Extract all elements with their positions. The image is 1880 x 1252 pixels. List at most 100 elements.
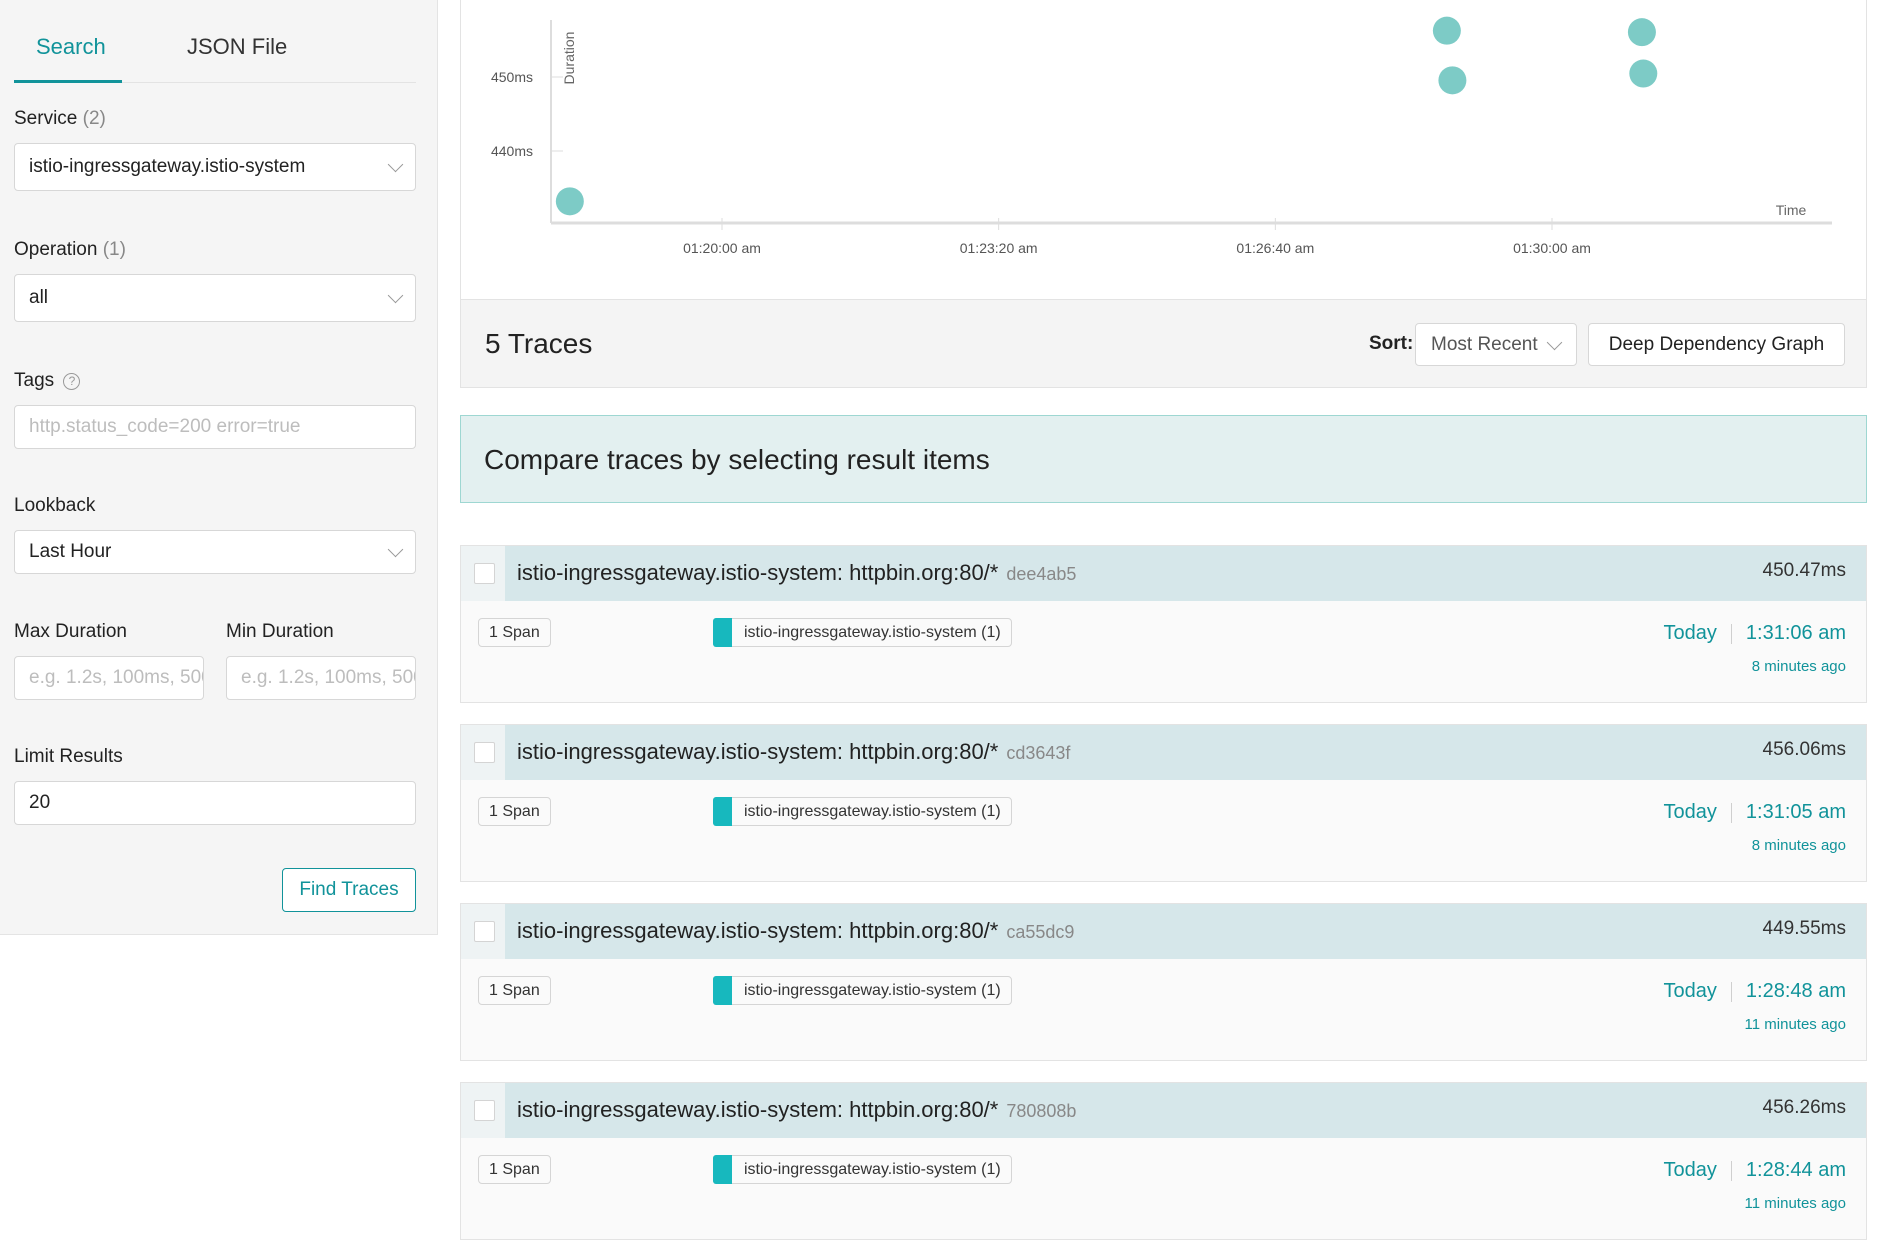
scatter-point[interactable] — [555, 187, 584, 216]
trace-checkbox[interactable] — [474, 563, 495, 584]
lookback-select[interactable]: Last Hour — [14, 530, 416, 574]
date-separator — [1730, 981, 1732, 1002]
tab-json-file[interactable]: JSON File — [187, 34, 287, 60]
find-traces-button[interactable]: Find Traces — [282, 868, 416, 912]
sort-select[interactable]: Most Recent — [1415, 323, 1577, 366]
scatter-point[interactable] — [1627, 18, 1656, 47]
trace-title[interactable]: istio-ingressgateway.istio-system: httpb… — [517, 918, 1074, 944]
scatter-point[interactable] — [1629, 59, 1658, 88]
trace-checkbox[interactable] — [474, 742, 495, 763]
service-tag: istio-ingressgateway.istio-system (1) — [713, 618, 1012, 647]
service-count: (2) — [82, 108, 106, 129]
trace-id: 780808b — [1006, 1101, 1077, 1121]
operation-label-text: Operation — [14, 239, 98, 260]
service-color-swatch — [713, 976, 732, 1005]
chevron-down-icon — [1546, 334, 1563, 350]
x-tick-label: 01:26:40 am — [1236, 240, 1314, 256]
trace-day: Today — [1663, 1159, 1717, 1181]
tags-input-placeholder: http.status_code=200 error=true — [29, 416, 301, 437]
sort-label: Sort: — [1369, 333, 1414, 354]
trace-title-text: istio-ingressgateway.istio-system: httpb… — [517, 739, 999, 764]
service-tag-label: istio-ingressgateway.istio-system (1) — [744, 1160, 1001, 1178]
tags-input[interactable]: http.status_code=200 error=true — [14, 405, 416, 449]
trace-title[interactable]: istio-ingressgateway.istio-system: httpb… — [517, 739, 1070, 765]
service-select-value: istio-ingressgateway.istio-system — [29, 156, 306, 177]
trace-item[interactable]: istio-ingressgateway.istio-system: httpb… — [460, 545, 1867, 703]
trace-item[interactable]: istio-ingressgateway.istio-system: httpb… — [460, 1082, 1867, 1240]
chevron-down-icon — [387, 156, 404, 173]
max-duration-input[interactable]: e.g. 1.2s, 100ms, 500us — [14, 656, 204, 700]
trace-time: 1:28:48 am — [1745, 980, 1846, 1002]
trace-start-time: Today 1:28:44 am — [1664, 1159, 1846, 1182]
limit-results-input[interactable]: 20 — [14, 781, 416, 825]
y-tick-label: 440ms — [491, 143, 533, 159]
y-axis-label: Duration — [561, 32, 577, 85]
trace-duration: 456.26ms — [1762, 1097, 1846, 1118]
date-separator — [1730, 623, 1732, 644]
limit-results-value: 20 — [29, 792, 51, 813]
trace-day: Today — [1663, 801, 1717, 823]
lookback-select-value: Last Hour — [29, 541, 112, 562]
data-points — [555, 16, 1658, 216]
trace-id: dee4ab5 — [1006, 564, 1077, 584]
operation-select[interactable]: all — [14, 274, 416, 322]
trace-start-time: Today 1:31:06 am — [1664, 622, 1846, 645]
deep-dependency-graph-button[interactable]: Deep Dependency Graph — [1588, 323, 1845, 366]
trace-title[interactable]: istio-ingressgateway.istio-system: httpb… — [517, 1097, 1076, 1123]
trace-time: 1:28:44 am — [1745, 1159, 1846, 1181]
trace-title-text: istio-ingressgateway.istio-system: httpb… — [517, 560, 999, 585]
service-label: Service (2) — [14, 108, 106, 130]
trace-time: 1:31:06 am — [1745, 622, 1846, 644]
trace-title-text: istio-ingressgateway.istio-system: httpb… — [517, 1097, 999, 1122]
service-tag-label: istio-ingressgateway.istio-system (1) — [744, 981, 1001, 999]
trace-header: istio-ingressgateway.istio-system: httpb… — [461, 725, 1866, 780]
chevron-down-icon — [387, 541, 404, 558]
trace-relative-time: 11 minutes ago — [1744, 1195, 1846, 1212]
operation-label: Operation (1) — [14, 239, 126, 261]
trace-item[interactable]: istio-ingressgateway.istio-system: httpb… — [460, 724, 1867, 882]
trace-header: istio-ingressgateway.istio-system: httpb… — [461, 546, 1866, 601]
trace-title[interactable]: istio-ingressgateway.istio-system: httpb… — [517, 560, 1076, 586]
compare-traces-text: Compare traces by selecting result items — [484, 444, 990, 475]
service-select[interactable]: istio-ingressgateway.istio-system — [14, 143, 416, 191]
tab-search[interactable]: Search — [36, 34, 106, 60]
service-tag: istio-ingressgateway.istio-system (1) — [713, 797, 1012, 826]
max-duration-label: Max Duration — [14, 621, 127, 642]
trace-scatter-chart: Duration Time 450ms 440ms 01:20:00 am 01:2… — [460, 0, 1867, 300]
span-count-tag: 1 Span — [478, 976, 551, 1005]
service-color-swatch — [713, 618, 732, 647]
x-tick-label: 01:20:00 am — [683, 240, 761, 256]
trace-checkbox[interactable] — [474, 921, 495, 942]
trace-item[interactable]: istio-ingressgateway.istio-system: httpb… — [460, 903, 1867, 1061]
min-duration-input[interactable]: e.g. 1.2s, 100ms, 500us — [226, 656, 416, 700]
span-count-tag: 1 Span — [478, 618, 551, 647]
trace-day: Today — [1663, 622, 1717, 644]
results-count-title: 5 Traces — [485, 328, 593, 359]
help-icon[interactable]: ? — [63, 373, 81, 390]
x-axis-label: Time — [1776, 202, 1807, 218]
operation-count: (1) — [102, 239, 126, 260]
scatter-point[interactable] — [1438, 66, 1467, 95]
limit-results-label: Limit Results — [14, 746, 123, 767]
min-duration-placeholder: e.g. 1.2s, 100ms, 500us — [241, 667, 415, 688]
trace-duration: 450.47ms — [1762, 560, 1846, 581]
trace-checkbox[interactable] — [474, 1100, 495, 1121]
trace-id: ca55dc9 — [1006, 922, 1075, 942]
service-tag-label: istio-ingressgateway.istio-system (1) — [744, 802, 1001, 820]
results-header: 5 Traces Sort: Most Recent Deep Dependen… — [460, 300, 1867, 388]
y-tick-label: 450ms — [491, 69, 533, 85]
scatter-point[interactable] — [1432, 16, 1461, 45]
trace-relative-time: 8 minutes ago — [1751, 837, 1846, 854]
span-count-tag: 1 Span — [478, 1155, 551, 1184]
trace-header: istio-ingressgateway.istio-system: httpb… — [461, 904, 1866, 959]
x-tick-label: 01:23:20 am — [960, 240, 1038, 256]
y-ticks: 450ms 440ms — [491, 69, 563, 159]
span-count-tag: 1 Span — [478, 797, 551, 826]
x-tick-label: 01:30:00 am — [1513, 240, 1591, 256]
max-duration-placeholder: e.g. 1.2s, 100ms, 500us — [29, 667, 203, 688]
date-separator — [1730, 802, 1732, 823]
sort-select-value: Most Recent — [1431, 333, 1538, 355]
service-tag: istio-ingressgateway.istio-system (1) — [713, 1155, 1012, 1184]
tags-label: Tags ? — [14, 370, 81, 392]
service-color-swatch — [713, 797, 732, 826]
